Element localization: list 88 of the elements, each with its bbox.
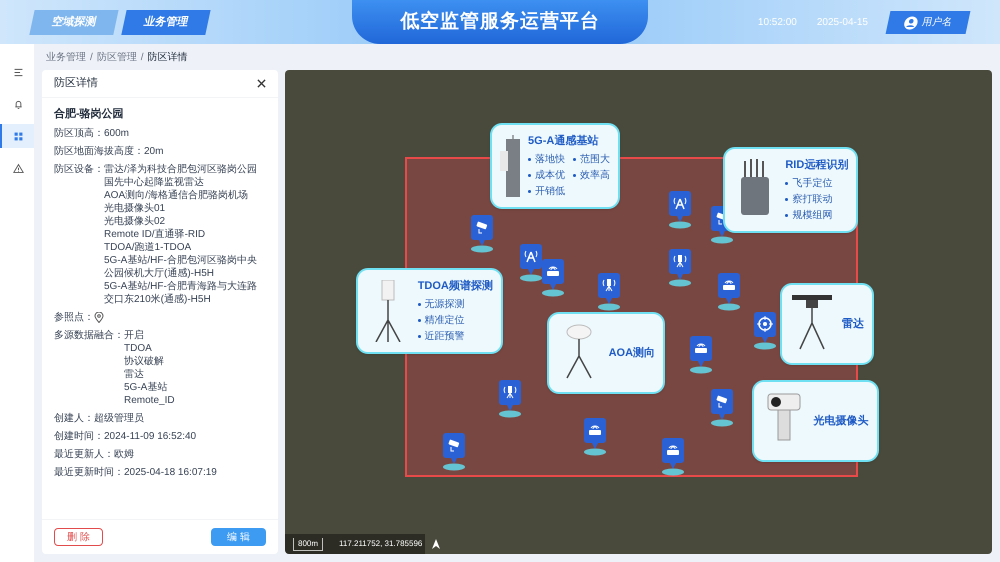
sensor-marker-icon[interactable] bbox=[666, 249, 693, 288]
field-value: 5G-A基站 bbox=[124, 380, 168, 394]
router-marker-icon[interactable] bbox=[582, 418, 608, 456]
router-marker-icon[interactable] bbox=[716, 273, 742, 312]
user-menu[interactable]: 用户名 bbox=[886, 10, 970, 34]
callout-title: 雷达 bbox=[842, 316, 864, 332]
field-value: 5G-A基站/HF-合肥青海路与大连路交口东210米(通感)-H5H bbox=[104, 280, 258, 306]
router-marker-icon[interactable] bbox=[688, 336, 714, 374]
field-value: 雷达 bbox=[124, 368, 145, 380]
camera-marker-icon[interactable] bbox=[709, 389, 736, 428]
sidebar-item[interactable] bbox=[0, 124, 34, 148]
field-value: 600m bbox=[104, 126, 130, 140]
field-label: 最近更新人： bbox=[54, 448, 114, 460]
field-label: 参照点： bbox=[54, 310, 94, 324]
nav-tab[interactable]: 空域探测 bbox=[29, 10, 119, 34]
field-value: 5G-A基站/HF-合肥包河区骆岗中央公园候机大厅(通感)-H5H bbox=[104, 254, 258, 280]
edit-button[interactable]: 编 辑 bbox=[211, 528, 266, 546]
callout-title: AOA测向 bbox=[608, 346, 656, 361]
platform-title: 低空监管服务运营平台 bbox=[352, 0, 648, 44]
field-value: 超级管理员 bbox=[94, 412, 144, 424]
callout-title: 5G-A通感基站 bbox=[528, 134, 600, 150]
callout-feature: 效率高 bbox=[580, 168, 610, 183]
target-marker-icon[interactable] bbox=[752, 312, 778, 350]
field-value: 协议破解 bbox=[124, 354, 165, 368]
breadcrumb-link[interactable]: 业务管理 bbox=[46, 50, 86, 64]
sensor-marker-icon[interactable] bbox=[497, 380, 524, 418]
callout-feature: 察打联动 bbox=[792, 192, 832, 207]
field-label: 创建时间： bbox=[54, 430, 104, 442]
breadcrumb-separator: / bbox=[140, 50, 144, 64]
breadcrumb-separator: / bbox=[90, 50, 93, 64]
field-label: 多源数据融合： bbox=[54, 328, 124, 342]
grid-icon bbox=[12, 130, 24, 142]
base-station-drawing bbox=[500, 134, 520, 197]
field-value: 光电摄像头02 bbox=[104, 214, 166, 228]
callout-title: RID远程识别 bbox=[785, 158, 848, 174]
nav-tab[interactable]: 业务管理 bbox=[121, 10, 211, 34]
delete-button[interactable]: 删 除 bbox=[54, 528, 103, 546]
callout-feature: 近距预警 bbox=[424, 330, 465, 344]
zone-name: 合肥-骆岗公园 bbox=[52, 106, 125, 122]
close-icon[interactable] bbox=[257, 79, 266, 88]
map-coordinates: 117.211752, 31.785596 bbox=[339, 538, 422, 550]
callout-feature: 无源探测 bbox=[424, 298, 465, 312]
satellite-map[interactable]: 800m 117.211752, 31.785596 5G-A通感基站 落地快 范围大 成本优 效率高 开销低 RID远程识别 飞手定位 察打联动 规模组网 TDOA频谱探测 无源探测 精准定位 近距预警 AOA测向 雷达 光电摄像头 bbox=[285, 70, 992, 554]
field-value: Remote_ID bbox=[124, 394, 175, 406]
camera-marker-icon[interactable] bbox=[440, 433, 467, 471]
field-value: 欧姆 bbox=[114, 448, 134, 460]
callout-feature: 成本优 bbox=[535, 168, 566, 183]
field-value: TDOA bbox=[124, 342, 153, 354]
callout-title: 光电摄像头 bbox=[814, 414, 869, 428]
breadcrumb-link[interactable]: 防区管理 bbox=[96, 50, 137, 64]
field-value: 开启 bbox=[124, 328, 145, 342]
menu-icon bbox=[12, 66, 24, 78]
field-value: 20m bbox=[144, 144, 164, 158]
camera-marker-icon[interactable] bbox=[468, 215, 495, 254]
field-value: AOA测向/海格通信合肥骆岗机场 bbox=[104, 188, 249, 202]
panel-title: 防区详情 bbox=[54, 76, 98, 92]
field-value: 2024-11-09 16:52:40 bbox=[104, 430, 196, 442]
field-label: 最近更新时间： bbox=[54, 466, 124, 478]
breadcrumb-link[interactable]: 防区详情 bbox=[148, 50, 188, 64]
bell-icon bbox=[12, 98, 24, 110]
field-value: 雷达/泽为科技合肥包河区骆岗公园国先中心起降监视雷达 bbox=[104, 162, 258, 188]
callout-feature: 精准定位 bbox=[424, 314, 465, 328]
router-marker-icon[interactable] bbox=[660, 438, 686, 476]
field-label: 防区地面海拔高度： bbox=[54, 144, 144, 158]
clock-date: 2025-04-15 bbox=[816, 16, 868, 30]
scale-bar: 800m bbox=[293, 538, 324, 550]
callout-feature: 范围大 bbox=[580, 152, 610, 167]
field-label: 创建人： bbox=[54, 412, 94, 424]
callout-feature: 飞手定位 bbox=[792, 176, 832, 191]
compass-icon[interactable] bbox=[431, 539, 441, 549]
callout-feature: 开销低 bbox=[535, 184, 566, 199]
sensor-marker-icon[interactable] bbox=[596, 273, 622, 312]
field-value: TDOA/跑道1-TDOA bbox=[104, 240, 192, 254]
field-label: 防区顶高： bbox=[54, 126, 104, 140]
user-icon bbox=[902, 15, 920, 29]
field-value: 2025-04-18 16:07:19 bbox=[124, 466, 217, 478]
callout-feature: 规模组网 bbox=[792, 208, 832, 223]
field-value: 光电摄像头01 bbox=[104, 202, 166, 214]
clock-time: 10:52:00 bbox=[758, 16, 797, 30]
location-pin-icon[interactable] bbox=[94, 312, 104, 322]
field-label: 防区设备： bbox=[54, 162, 104, 176]
router-marker-icon[interactable] bbox=[540, 258, 566, 297]
antenna-marker-icon[interactable] bbox=[666, 191, 693, 229]
callout-feature: 落地快 bbox=[535, 152, 566, 167]
warning-icon bbox=[12, 162, 24, 174]
callout-title: TDOA频谱探测 bbox=[418, 278, 493, 294]
antenna-marker-icon[interactable] bbox=[518, 244, 544, 282]
field-value: Remote ID/直通驿-RID bbox=[104, 228, 206, 240]
